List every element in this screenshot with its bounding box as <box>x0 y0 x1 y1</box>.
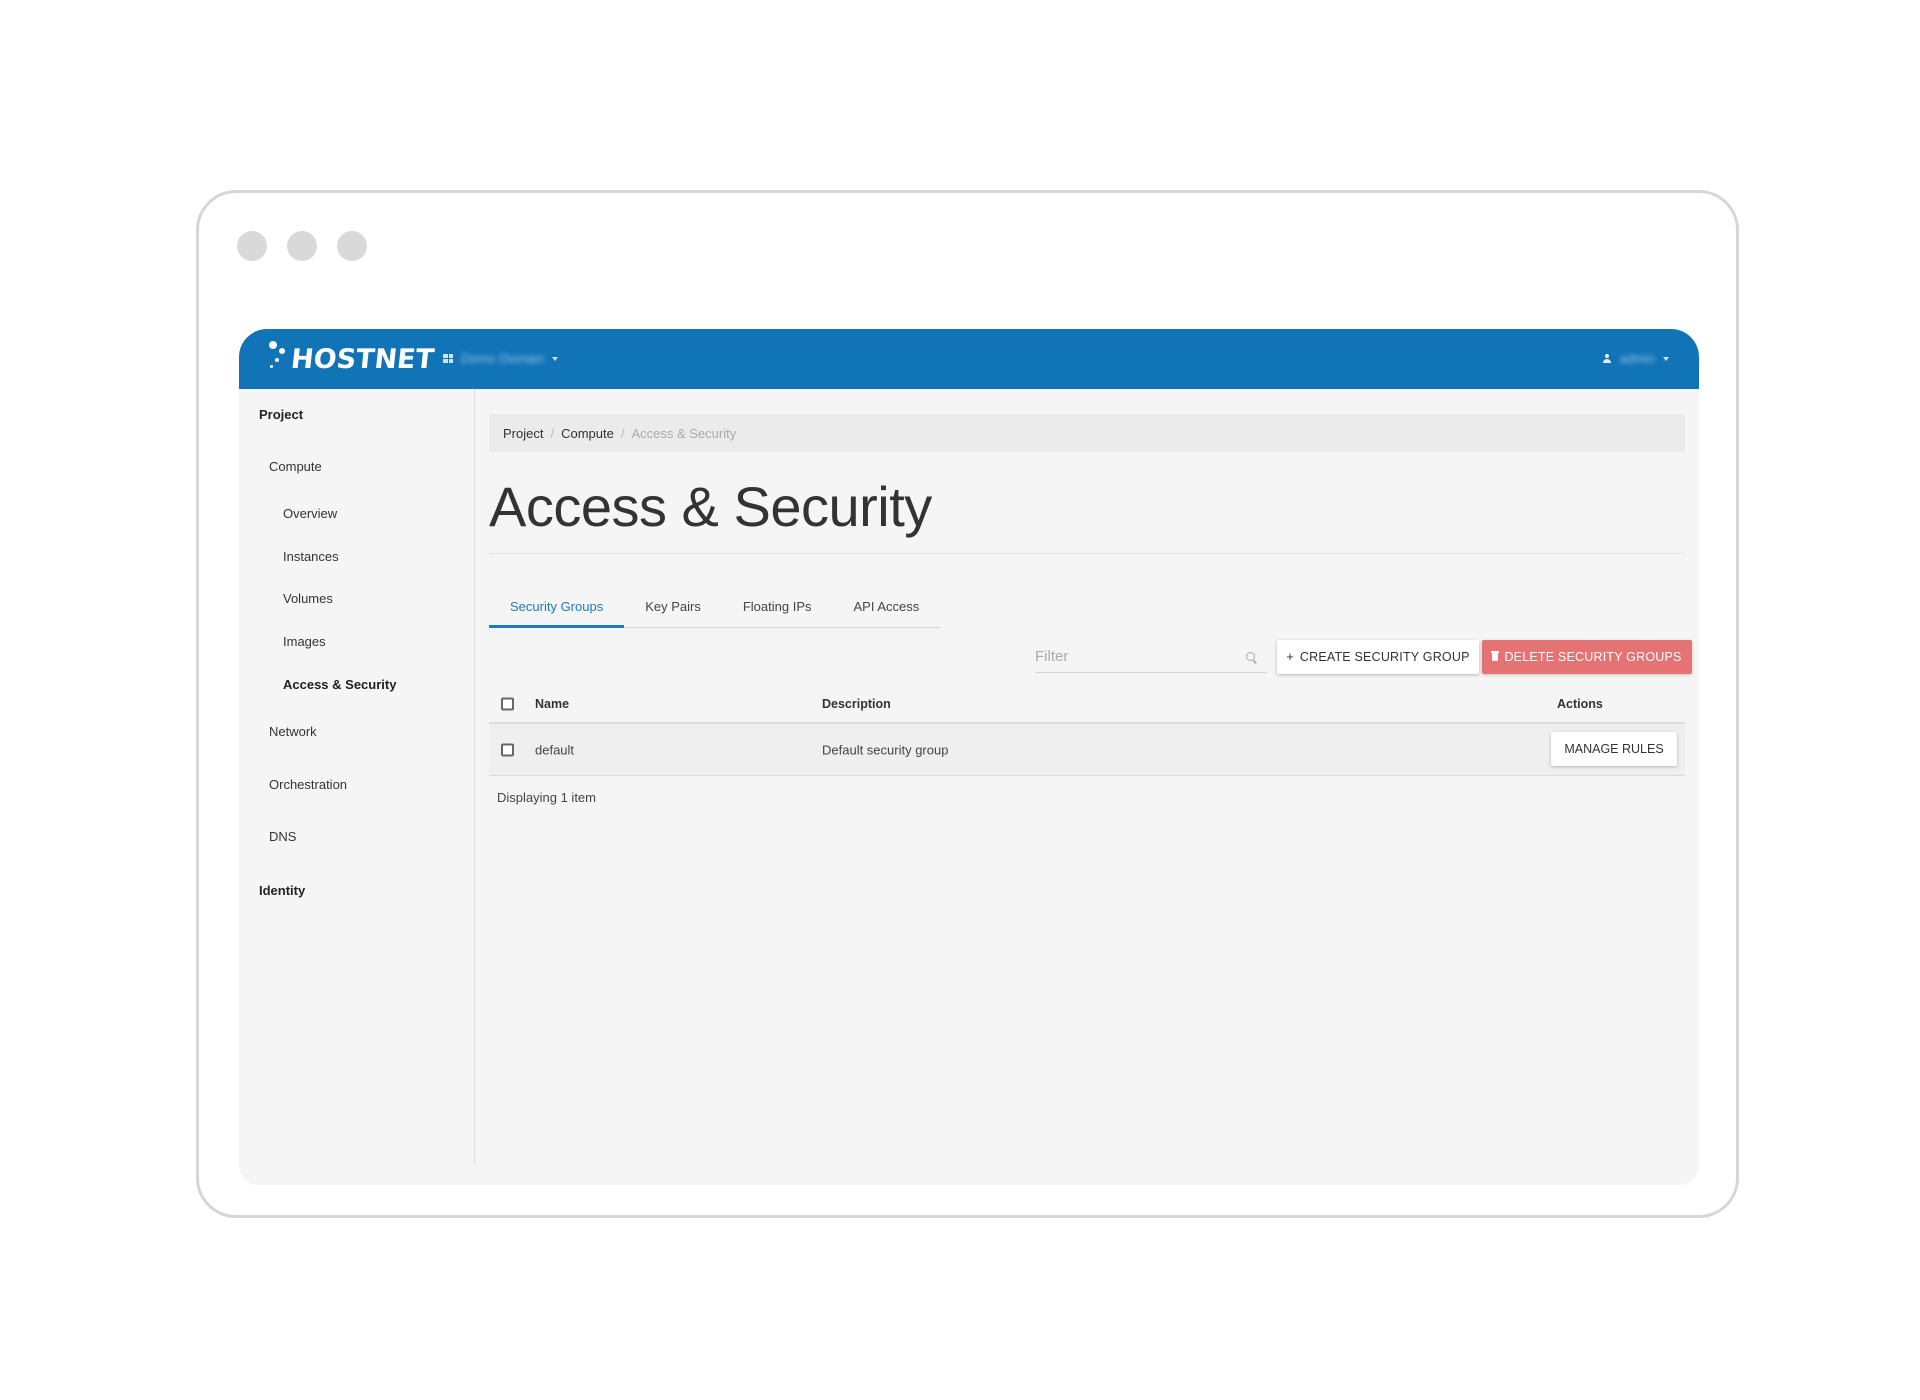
sidebar-item-overview[interactable]: Overview <box>283 506 337 521</box>
browser-window: HOSTNET Demo Domain admin Project Comput… <box>196 190 1739 1218</box>
plus-icon: + <box>1286 650 1294 664</box>
brand-logo[interactable]: HOSTNET <box>269 341 436 375</box>
user-menu-label: admin <box>1619 351 1655 366</box>
sidebar-item-orchestration[interactable]: Orchestration <box>269 777 347 792</box>
sidebar-item-compute[interactable]: Compute <box>269 459 322 474</box>
row-name: default <box>535 742 575 757</box>
breadcrumb-separator: / <box>620 425 625 441</box>
brand-name: HOSTNET <box>289 344 436 375</box>
window-dot-close[interactable] <box>237 231 267 261</box>
app: HOSTNET Demo Domain admin Project Comput… <box>239 329 1699 1185</box>
table-header: Name Description Actions <box>489 686 1685 724</box>
project-switcher-label: Demo Domain <box>461 351 545 366</box>
breadcrumb-current: Access & Security <box>631 425 737 441</box>
breadcrumb: Project / Compute / Access & Security <box>489 414 1685 452</box>
user-icon <box>1602 353 1612 364</box>
page-title: Access & Security <box>489 475 932 538</box>
column-header-name[interactable]: Name <box>535 697 569 711</box>
column-header-actions: Actions <box>1557 697 1603 711</box>
window-dot-maximize[interactable] <box>337 231 367 261</box>
chevron-down-icon <box>552 356 559 361</box>
logo-dots-icon <box>269 341 289 375</box>
row-checkbox[interactable] <box>501 743 514 756</box>
sidebar-item-access-security[interactable]: Access & Security <box>283 677 396 692</box>
grid-icon <box>443 354 453 363</box>
trash-icon <box>1491 651 1500 661</box>
user-menu[interactable]: admin <box>1602 351 1669 366</box>
window-dot-minimize[interactable] <box>287 231 317 261</box>
security-groups-table: Name Description Actions default Default… <box>489 686 1685 776</box>
sidebar-item-project[interactable]: Project <box>259 407 303 422</box>
sidebar-item-dns[interactable]: DNS <box>269 829 296 844</box>
table-row: default Default security group MANAGE RU… <box>489 724 1685 776</box>
sidebar-item-volumes[interactable]: Volumes <box>283 591 333 606</box>
tab-security-groups[interactable]: Security Groups <box>489 595 625 628</box>
chevron-down-icon <box>1663 356 1669 361</box>
breadcrumb-project[interactable]: Project <box>503 426 543 441</box>
tab-floating-ips[interactable]: Floating IPs <box>722 595 833 625</box>
create-security-group-button[interactable]: + CREATE SECURITY GROUP <box>1277 640 1479 674</box>
delete-security-groups-label: DELETE SECURITY GROUPS <box>1504 650 1682 664</box>
tab-api-access[interactable]: API Access <box>833 595 941 625</box>
sidebar: Project Compute Overview Instances Volum… <box>239 389 475 1165</box>
sidebar-item-network[interactable]: Network <box>269 724 317 739</box>
table-footer-count: Displaying 1 item <box>497 790 596 805</box>
sidebar-item-images[interactable]: Images <box>283 634 326 649</box>
delete-security-groups-button[interactable]: DELETE SECURITY GROUPS <box>1482 640 1692 674</box>
column-header-description[interactable]: Description <box>822 697 891 711</box>
select-all-checkbox[interactable] <box>501 697 514 711</box>
sidebar-item-instances[interactable]: Instances <box>283 549 339 564</box>
breadcrumb-separator: / <box>550 425 555 441</box>
manage-rules-button[interactable]: MANAGE RULES <box>1551 732 1677 766</box>
sidebar-item-identity[interactable]: Identity <box>259 883 305 898</box>
tab-key-pairs[interactable]: Key Pairs <box>624 595 722 625</box>
filter-input[interactable] <box>1035 648 1235 665</box>
tab-bar: Security Groups Key Pairs Floating IPs A… <box>489 595 941 628</box>
create-security-group-label: CREATE SECURITY GROUP <box>1299 650 1470 664</box>
divider <box>489 553 1685 554</box>
row-description: Default security group <box>822 742 949 757</box>
search-icon[interactable] <box>1246 652 1255 661</box>
breadcrumb-compute[interactable]: Compute <box>561 426 614 441</box>
project-switcher[interactable]: Demo Domain <box>443 351 559 366</box>
top-navbar: HOSTNET Demo Domain admin <box>239 329 1699 389</box>
filter-field <box>1035 641 1267 673</box>
window-controls <box>237 231 367 261</box>
